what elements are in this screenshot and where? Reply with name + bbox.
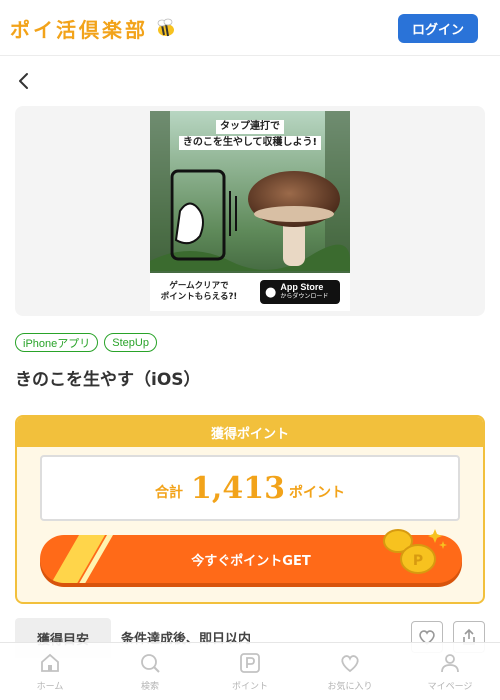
tag-stepup: StepUp <box>104 333 157 352</box>
nav-item-home[interactable]: ホーム <box>0 643 100 700</box>
points-total-box: 合計 1,413 ポイント <box>40 455 460 521</box>
app-store-badge: ● App Store からダウンロード <box>260 280 340 304</box>
home-icon <box>41 653 59 672</box>
points-header: 獲得ポイント <box>17 417 483 447</box>
banner-cta-line-2: ポイントもらえる?! <box>160 292 238 302</box>
nav-label-home: ホーム <box>36 682 64 692</box>
bee-icon <box>157 18 174 37</box>
banner-headline: タップ連打で きのこを生やして収穫しよう! <box>150 111 350 159</box>
apple-icon: ● <box>265 284 277 300</box>
logo-text: ポイ活倶楽部 <box>10 17 148 42</box>
app-store-label: App Store <box>280 282 324 292</box>
app-store-sublabel: からダウンロード <box>280 293 329 300</box>
points-total-label: 合計 <box>155 485 184 501</box>
banner-area: タップ連打で きのこを生やして収穫しよう! ゲームクリアで ポイントもらえる?!… <box>15 106 485 316</box>
points-total-value: 1,413 <box>191 470 285 506</box>
banner-footer: ゲームクリアで ポイントもらえる?! ● App Store からダウンロード <box>150 273 350 311</box>
search-icon <box>141 654 160 673</box>
nav-item-search[interactable]: 検索 <box>100 643 200 700</box>
back-arrow-icon[interactable] <box>14 70 34 92</box>
tag-list: iPhoneアプリ StepUp <box>15 333 157 352</box>
logo[interactable]: ポイ活倶楽部 <box>10 14 176 42</box>
offer-title: きのこを生やす（iOS） <box>15 370 201 390</box>
nav-label-point: ポイント <box>231 682 268 692</box>
points-unit: ポイント <box>288 485 345 501</box>
coins-icon: P <box>383 529 447 574</box>
svg-text:P: P <box>413 553 423 569</box>
nav-label-mypage: マイページ <box>427 682 473 692</box>
login-button[interactable]: ログイン <box>398 14 478 43</box>
nav-label-search: 検索 <box>140 682 159 692</box>
banner-line-2: きのこを生やして収穫しよう! <box>178 136 322 150</box>
offer-banner-image[interactable]: タップ連打で きのこを生やして収穫しよう! ゲームクリアで ポイントもらえる?!… <box>150 111 350 311</box>
point-icon <box>240 653 260 673</box>
banner-line-1: タップ連打で <box>216 120 284 134</box>
banner-cta-line-1: ゲームクリアで <box>169 281 229 291</box>
bottom-navigation: ホーム 検索 ポイント お気に入り マイページ <box>0 642 500 700</box>
nav-label-favorites: お気に入り <box>327 682 373 692</box>
user-icon <box>441 654 459 673</box>
tag-iphone-app: iPhoneアプリ <box>15 333 99 352</box>
nav-item-point[interactable]: ポイント <box>200 643 300 700</box>
heart-icon <box>341 655 359 673</box>
get-points-label: 今すぐポイントGET <box>191 553 311 569</box>
banner-cta-text: ゲームクリアで ポイントもらえる?! <box>150 281 248 303</box>
nav-item-mypage[interactable]: マイページ <box>400 643 500 700</box>
header: ポイ活倶楽部 ログイン <box>0 0 500 56</box>
nav-item-favorites[interactable]: お気に入り <box>300 643 400 700</box>
